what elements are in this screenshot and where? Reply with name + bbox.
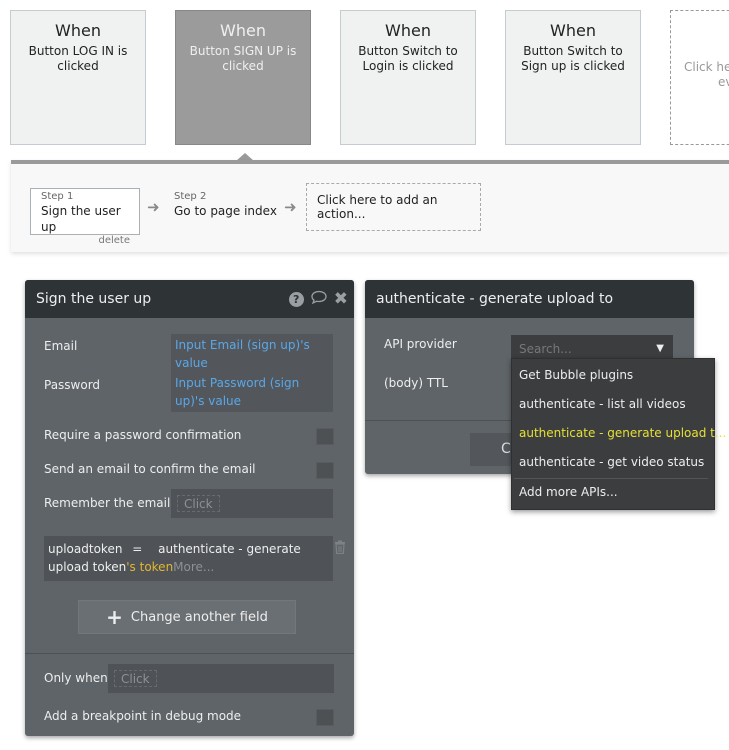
more-link[interactable]: More... — [173, 560, 214, 574]
email-label: Email — [44, 339, 78, 353]
step-number: Step 2 — [174, 191, 207, 202]
breakpoint-label: Add a breakpoint in debug mode — [44, 709, 242, 723]
add-event-button[interactable]: Click here to add an event... — [670, 10, 729, 145]
add-event-line2: event... — [718, 75, 729, 89]
send-email-label: Send an email to confirm the email — [44, 462, 256, 476]
dropdown-option[interactable]: Get Bubble plugins — [519, 368, 633, 382]
click-placeholder[interactable]: Click — [177, 495, 220, 512]
panel-header: authenticate - generate upload to — [365, 280, 694, 318]
panel-title: authenticate - generate upload to — [376, 291, 614, 307]
event-description: Button Switch to Login is clicked — [358, 44, 458, 73]
arrow-right-icon: ➜ — [284, 198, 297, 216]
add-event-label: Click here to add an event... — [671, 60, 729, 90]
step-delete-link[interactable]: delete — [41, 235, 130, 247]
api-provider-label: API provider — [384, 337, 457, 351]
event-card-switch-login[interactable]: When Button Switch to Login is clicked — [340, 10, 476, 145]
password-value-field[interactable]: Input Password (sign up)'s value — [171, 372, 333, 412]
remember-email-label: Remember the email — [44, 496, 171, 510]
assignment-field: uploadtoken — [48, 542, 123, 556]
event-card-signup[interactable]: When Button SIGN UP is clicked — [175, 10, 311, 145]
event-card-login[interactable]: When Button LOG IN is clicked — [10, 10, 146, 145]
breakpoint-checkbox[interactable] — [316, 709, 334, 726]
help-icon[interactable]: ? — [288, 291, 304, 307]
change-another-field-button[interactable]: + Change another field — [78, 600, 296, 634]
workflow-steps-panel: Step 1 Sign the user up delete ➜ Step 2 … — [11, 160, 729, 252]
step-title: Sign the user up — [41, 204, 121, 234]
require-confirmation-checkbox[interactable] — [316, 428, 334, 445]
api-provider-dropdown: Get Bubble plugins authenticate - list a… — [511, 358, 726, 510]
event-when-label: When — [55, 21, 101, 40]
ttl-label: (body) TTL — [384, 376, 448, 390]
remember-email-field[interactable]: Click — [171, 489, 333, 518]
plus-icon: + — [106, 605, 123, 629]
click-placeholder[interactable]: Click — [114, 670, 157, 687]
assignment-suffix[interactable]: 's token — [126, 560, 173, 574]
require-confirmation-label: Require a password confirmation — [44, 428, 242, 442]
add-event-line1: Click here to add an — [684, 60, 729, 74]
dropdown-option[interactable]: authenticate - get video status — [519, 455, 704, 469]
event-when-label: When — [385, 21, 431, 40]
dropdown-separator — [514, 478, 708, 479]
event-when-label: When — [550, 21, 596, 40]
sign-up-action-panel: Sign the user up ? ✖ Email Input Email (… — [25, 280, 354, 736]
password-label: Password — [44, 378, 101, 392]
close-icon[interactable]: ✖ — [334, 290, 348, 308]
email-value-field[interactable]: Input Email (sign up)'s value — [171, 334, 333, 374]
add-more-apis-option[interactable]: Add more APIs... — [519, 485, 618, 499]
change-field-label: Change another field — [130, 609, 268, 625]
trash-icon[interactable] — [334, 540, 346, 558]
dropdown-option-selected[interactable]: authenticate - generate upload t... — [519, 426, 726, 440]
only-when-label: Only when — [44, 671, 108, 685]
event-description: Button SIGN UP is clicked — [189, 44, 297, 73]
event-description: Button LOG IN is clicked — [28, 44, 128, 73]
assignment-operator: = — [132, 542, 143, 556]
panel-title: Sign the user up — [36, 291, 152, 307]
search-placeholder: Search... — [519, 342, 572, 356]
step-2[interactable]: Step 2 Go to page index — [174, 188, 277, 235]
add-action-button[interactable]: Click here to add an action... — [306, 183, 481, 231]
event-card-switch-signup[interactable]: When Button Switch to Sign up is clicked — [505, 10, 641, 145]
step-title: Go to page index — [174, 204, 277, 218]
step-1[interactable]: Step 1 Sign the user up delete — [30, 188, 140, 246]
step-number: Step 1 — [41, 191, 74, 202]
divider — [25, 653, 354, 654]
event-when-label: When — [220, 21, 266, 40]
event-description: Button Switch to Sign up is clicked — [521, 44, 625, 73]
panel-header: Sign the user up ? ✖ — [25, 280, 354, 318]
arrow-right-icon: ➜ — [147, 198, 160, 216]
dropdown-option[interactable]: authenticate - list all videos — [519, 397, 686, 411]
only-when-field[interactable]: Click — [108, 664, 334, 693]
field-assignment[interactable]: uploadtoken = authenticate - generate up… — [44, 536, 333, 581]
send-email-checkbox[interactable] — [316, 462, 334, 479]
comment-icon[interactable] — [310, 290, 328, 308]
